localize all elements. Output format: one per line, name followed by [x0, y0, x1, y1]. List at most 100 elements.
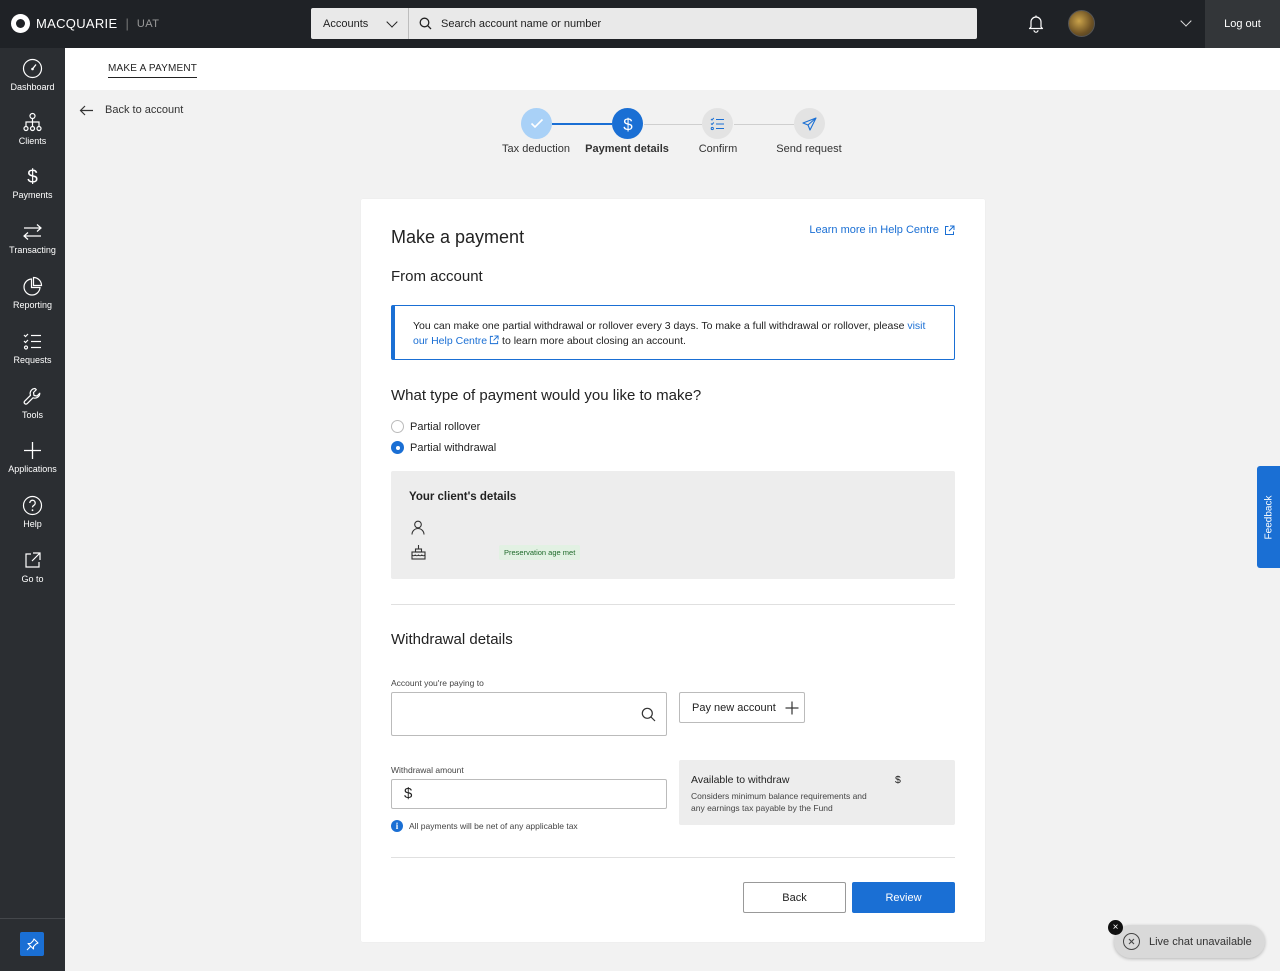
pie-chart-icon [23, 276, 43, 296]
payment-form-card: Make a payment Learn more in Help Centre… [361, 199, 985, 942]
external-link-icon [945, 225, 955, 235]
help-centre-link[interactable]: Learn more in Help Centre [809, 224, 955, 236]
back-button[interactable]: Back [743, 882, 846, 913]
search-icon [419, 17, 432, 30]
brand-logo[interactable]: MACQUARIE | UAT [11, 14, 160, 33]
tab-make-a-payment[interactable]: MAKE A PAYMENT [108, 63, 198, 78]
macquarie-logo-icon [11, 14, 30, 33]
sidebar-item-label: Help [23, 519, 42, 529]
sidebar-item-payments[interactable]: $ Payments [0, 166, 65, 200]
feedback-label: Feedback [1263, 495, 1275, 539]
pay-new-account-button[interactable]: Pay new account [679, 692, 805, 723]
withdrawal-details-title: Withdrawal details [391, 631, 513, 648]
radio-button-selected[interactable] [391, 441, 404, 454]
search-icon[interactable] [641, 707, 656, 722]
sidebar-item-label: Applications [8, 464, 57, 474]
sidebar-item-help[interactable]: Help [0, 495, 65, 529]
preservation-status-badge: Preservation age met [499, 545, 581, 560]
step-label: Confirm [698, 143, 738, 155]
top-bar: MACQUARIE | UAT Accounts Log out [0, 0, 1280, 48]
page-header: MAKE A PAYMENT [65, 48, 1280, 90]
client-details-title: Your client's details [409, 491, 517, 503]
radio-partial-rollover[interactable]: Partial rollover [391, 420, 480, 433]
pin-sidebar-button[interactable] [20, 932, 44, 956]
search-input[interactable] [441, 17, 961, 30]
amount-field-label: Withdrawal amount [391, 765, 464, 775]
sidebar-item-clients[interactable]: Clients [0, 112, 65, 146]
sidebar-item-transacting[interactable]: Transacting [0, 221, 65, 255]
external-link-icon [490, 335, 499, 345]
transfer-arrows-icon [23, 224, 42, 240]
step-tax-deduction [521, 108, 552, 139]
live-chat-label: Live chat unavailable [1149, 935, 1252, 948]
review-button[interactable]: Review [852, 882, 955, 913]
withdrawal-amount-input[interactable]: $ [391, 779, 667, 809]
section-divider [391, 857, 955, 858]
sidebar-item-applications[interactable]: Applications [0, 440, 65, 474]
sidebar-item-label: Requests [13, 355, 52, 365]
radio-button[interactable] [391, 420, 404, 433]
feedback-tab[interactable]: Feedback [1257, 466, 1280, 568]
plus-icon [785, 701, 799, 714]
radio-label: Partial withdrawal [410, 441, 497, 454]
search-scope-label: Accounts [323, 17, 369, 30]
checklist-icon [23, 333, 41, 350]
radio-partial-withdrawal[interactable]: Partial withdrawal [391, 441, 496, 454]
environment-label: UAT [136, 17, 160, 30]
dollar-icon: $ [623, 115, 633, 133]
search-field [409, 8, 977, 39]
svg-text:$: $ [27, 167, 38, 187]
sidebar-nav: Dashboard Clients $ Payments Transacting… [0, 48, 65, 971]
available-amount: $ [895, 774, 901, 786]
help-centre-inline-link[interactable]: our Help Centre [413, 335, 499, 347]
visit-link[interactable]: visit [907, 320, 925, 332]
account-search-input[interactable] [391, 692, 667, 736]
help-icon [22, 495, 43, 516]
brand-name: MACQUARIE [36, 16, 118, 31]
sidebar-item-reporting[interactable]: Reporting [0, 276, 65, 310]
plus-icon [24, 442, 41, 459]
net-of-tax-text: All payments will be net of any applicab… [409, 821, 578, 831]
chevron-down-icon [386, 15, 398, 28]
dashboard-icon [22, 58, 43, 79]
search-scope-dropdown[interactable]: Accounts [311, 8, 409, 39]
info-text: to learn more about closing an account. [499, 335, 686, 347]
back-to-account-link[interactable]: Back to account [79, 104, 183, 116]
available-title: Available to withdraw [691, 774, 790, 786]
checklist-icon [710, 117, 724, 130]
step-label: Tax deduction [502, 143, 570, 155]
account-menu-chevron-icon[interactable] [1180, 15, 1192, 27]
sidebar-item-label: Transacting [9, 245, 56, 255]
client-details-panel: Your client's details Preservation age m… [391, 471, 955, 579]
sidebar-item-label: Tools [21, 410, 43, 420]
sidebar-item-go-to[interactable]: Go to [0, 550, 65, 584]
user-avatar[interactable] [1068, 10, 1095, 37]
info-icon: i [391, 820, 403, 832]
send-icon [802, 116, 817, 131]
step-send-request [794, 108, 825, 139]
sidebar-divider [0, 918, 65, 919]
progress-stepper: $ Tax deduction Payment details Confirm … [500, 108, 850, 163]
sidebar-item-requests[interactable]: Requests [0, 331, 65, 365]
page-title: Make a payment [391, 227, 525, 247]
sidebar-item-label: Clients [18, 136, 47, 146]
sidebar-item-label: Reporting [12, 300, 53, 310]
from-account-label: From account [391, 268, 483, 285]
close-chat-button[interactable]: × [1108, 920, 1123, 935]
global-search: Accounts [311, 8, 977, 39]
chat-unavailable-icon [1123, 933, 1140, 950]
logout-button[interactable]: Log out [1205, 0, 1280, 48]
section-divider [391, 604, 955, 605]
account-field-label: Account you're paying to [391, 678, 484, 688]
notification-bell-icon[interactable] [1027, 14, 1045, 33]
arrow-left-icon [79, 105, 93, 115]
svg-text:$: $ [623, 115, 633, 133]
sidebar-item-dashboard[interactable]: Dashboard [0, 58, 65, 92]
net-of-tax-note: i All payments will be net of any applic… [391, 820, 578, 832]
pay-new-account-label: Pay new account [692, 701, 776, 714]
info-text: You can make one partial withdrawal or r… [413, 320, 908, 332]
help-centre-inline-label: our Help Centre [413, 335, 488, 347]
live-chat-widget[interactable]: Live chat unavailable [1114, 925, 1265, 958]
brand-separator: | [125, 16, 129, 31]
sidebar-item-tools[interactable]: Tools [0, 386, 65, 420]
